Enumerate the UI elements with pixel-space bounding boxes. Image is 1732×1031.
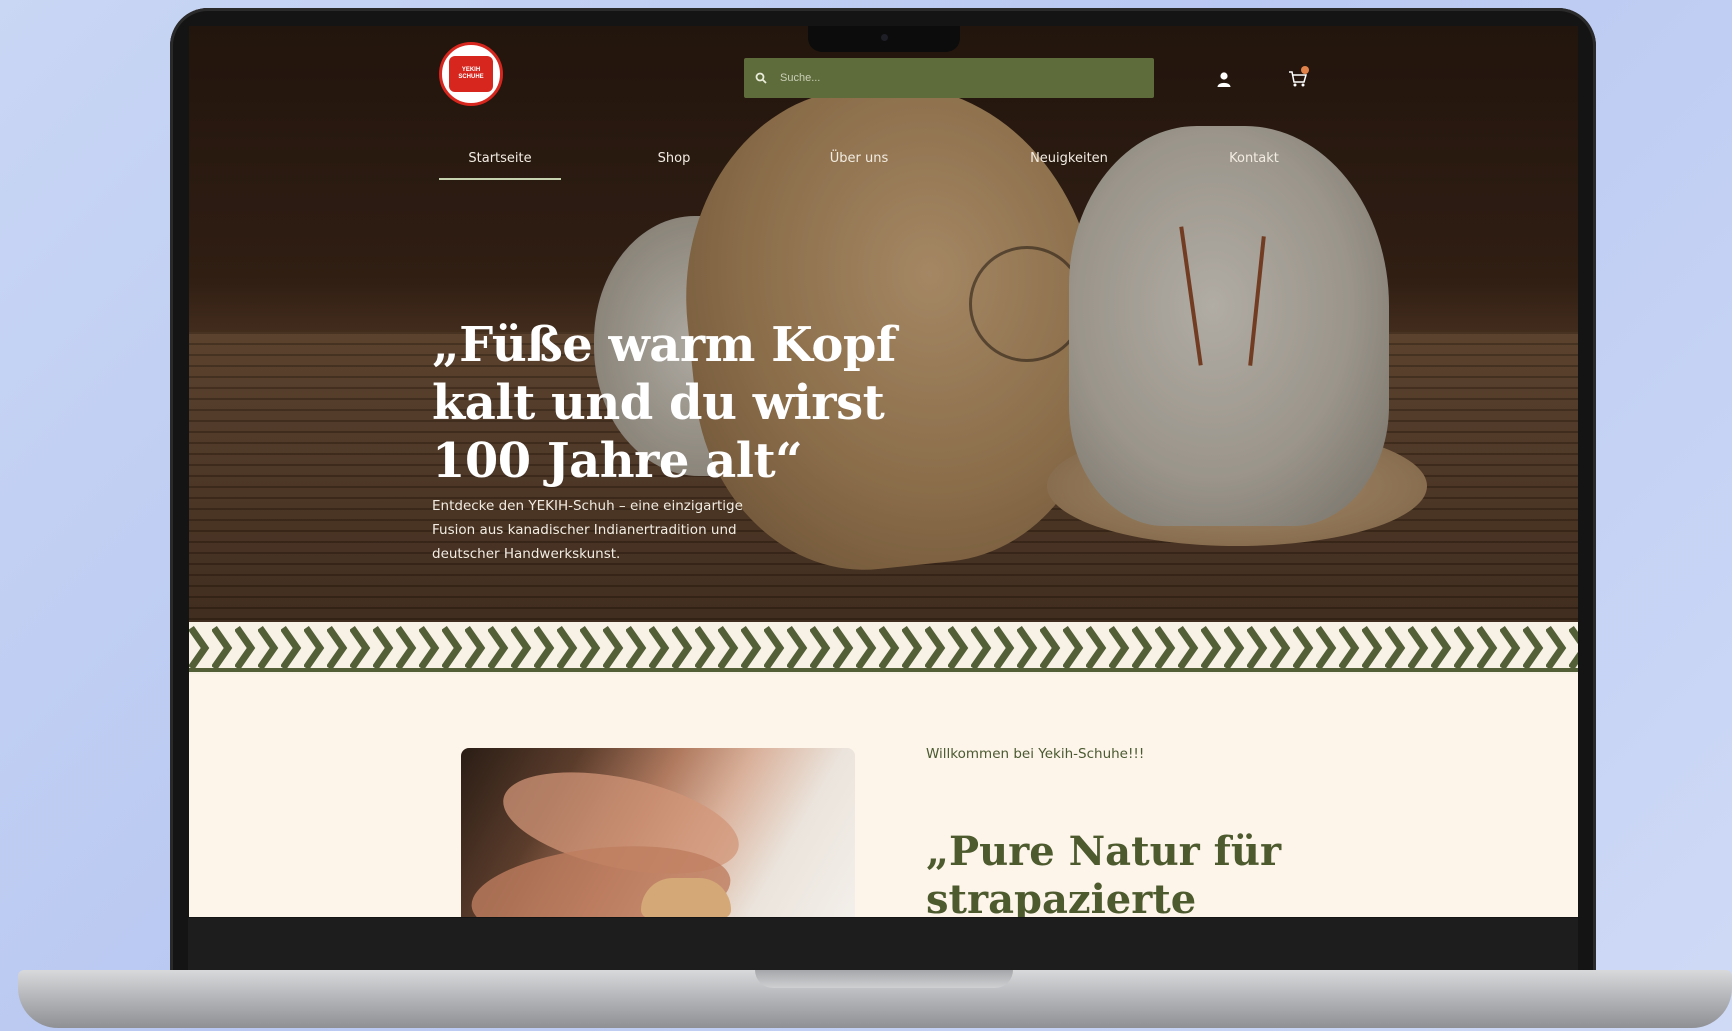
search-bar[interactable] [744,58,1154,98]
search-input[interactable] [778,71,1122,85]
camera-icon [881,34,888,41]
nav-item-ueber-uns[interactable]: Über uns [814,144,904,178]
laptop-base-notch [755,970,1013,988]
main-navigation: Startseite Shop Über uns Neuigkeiten Kon… [439,144,1499,184]
chevron-pattern-icon [189,624,1578,672]
welcome-text: Willkommen bei Yekih-Schuhe!!! [926,746,1145,762]
hero-title: „Füße warm Kopf kalt und du wirst 100 Ja… [432,317,897,489]
cart-count-badge [1301,66,1309,74]
browser-screen: YEKIH SCHUHE Startseite Shop Über uns Ne… [189,26,1578,917]
nav-item-shop[interactable]: Shop [644,144,704,178]
hero-section: YEKIH SCHUHE Startseite Shop Über uns Ne… [189,26,1578,624]
craft-photo [461,748,855,917]
section-title: „Pure Natur für strapazierte [926,828,1282,917]
user-icon[interactable] [1215,70,1233,88]
photo-tool [641,878,731,917]
nav-item-startseite[interactable]: Startseite [439,144,561,180]
site-logo[interactable]: YEKIH SCHUHE [439,42,503,106]
hero-subtitle: Entdecke den YEKIH-Schuh – eine einzigar… [432,498,743,562]
logo-text: YEKIH SCHUHE [449,56,493,92]
nav-item-kontakt[interactable]: Kontakt [1214,144,1294,178]
nav-item-neuigkeiten[interactable]: Neuigkeiten [1009,144,1129,178]
search-icon[interactable] [744,72,778,84]
bottom-bezel [188,918,1578,970]
chevron-divider [189,622,1578,674]
